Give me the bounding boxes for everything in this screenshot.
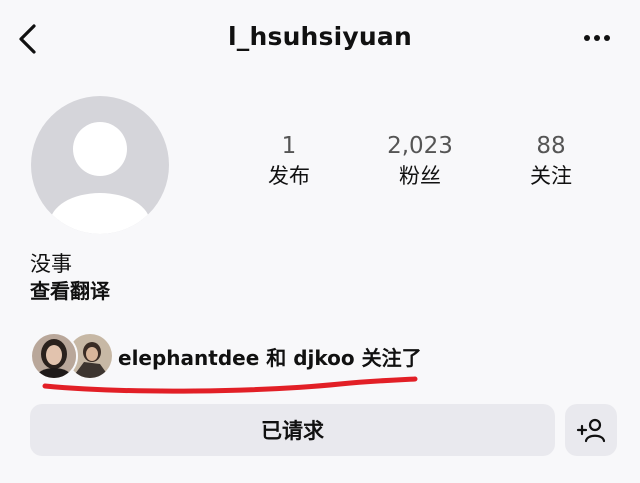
default-avatar-icon bbox=[31, 96, 169, 234]
stat-following-value: 88 bbox=[536, 133, 566, 159]
stat-posts[interactable]: 1 发布 bbox=[234, 133, 344, 191]
stat-following[interactable]: 88 关注 bbox=[496, 133, 606, 191]
stat-posts-value: 1 bbox=[281, 133, 297, 159]
stat-followers-label: 粉丝 bbox=[399, 164, 441, 188]
more-options-button[interactable] bbox=[582, 30, 612, 46]
stat-followers[interactable]: 2,023 粉丝 bbox=[365, 133, 475, 191]
requested-button[interactable]: 已请求 bbox=[30, 404, 555, 456]
profile-username: l_hsuhsiyuan bbox=[228, 22, 412, 51]
mutual-followers-text: elephantdee 和 djkoo 关注了 bbox=[118, 346, 422, 370]
add-user-icon bbox=[576, 418, 606, 443]
add-user-button[interactable] bbox=[565, 404, 617, 456]
mutual-follower-avatar bbox=[30, 332, 78, 380]
profile-avatar[interactable] bbox=[30, 95, 170, 235]
stat-followers-value: 2,023 bbox=[387, 133, 453, 159]
profile-bio: 没事 bbox=[30, 252, 72, 276]
stat-posts-label: 发布 bbox=[268, 164, 310, 188]
top-bar: l_hsuhsiyuan bbox=[0, 0, 640, 80]
see-translation-link[interactable]: 查看翻译 bbox=[30, 277, 110, 305]
stat-following-label: 关注 bbox=[530, 164, 572, 188]
more-horizontal-icon bbox=[584, 35, 610, 41]
